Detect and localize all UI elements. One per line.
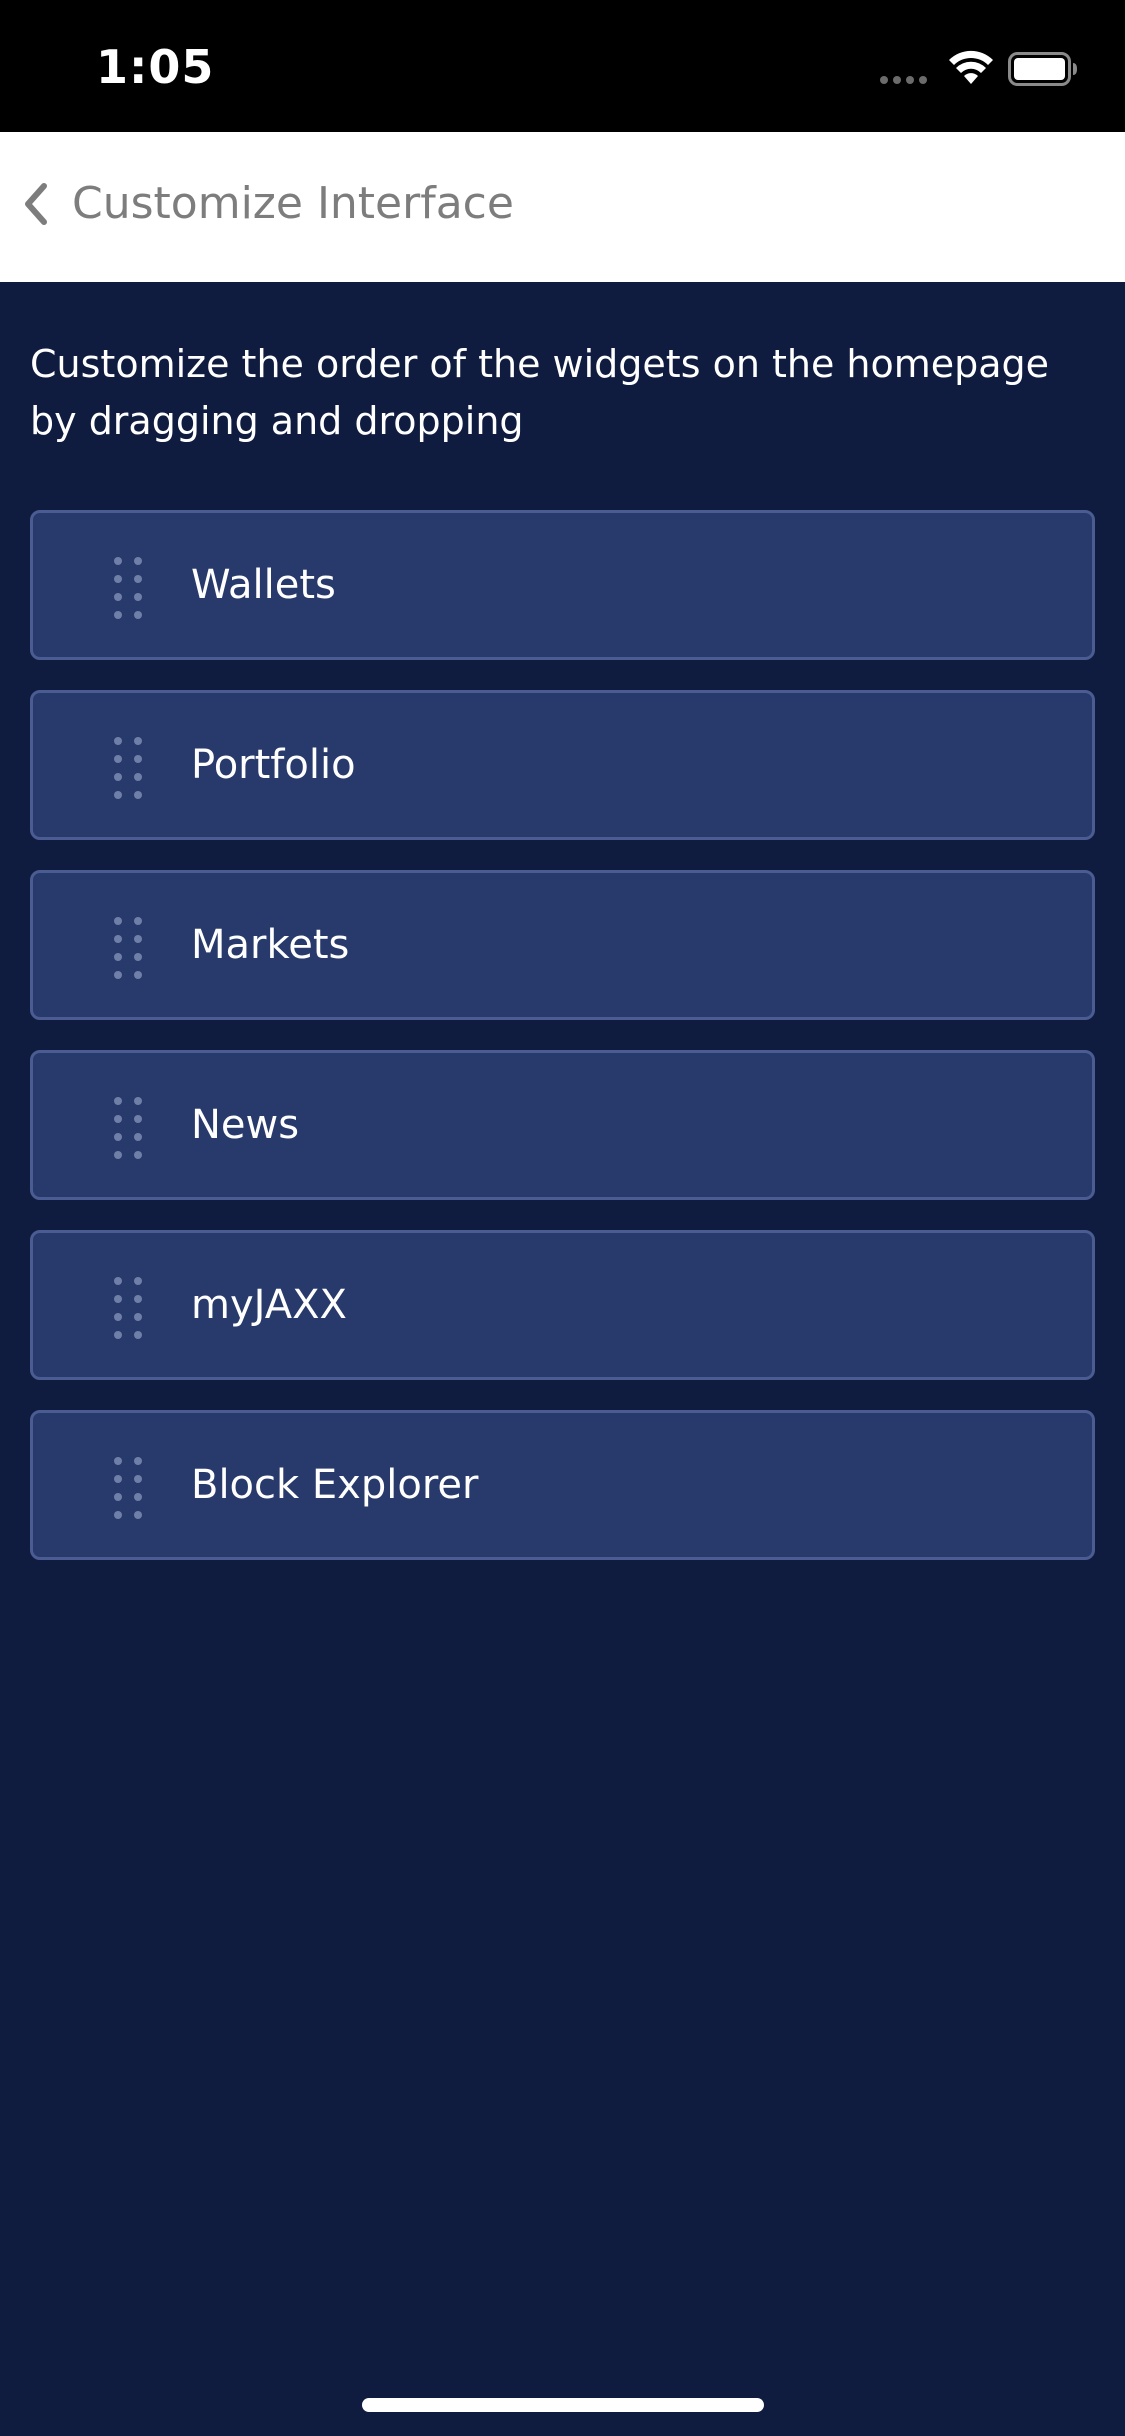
nav-header: Customize Interface — [0, 132, 1125, 282]
home-indicator[interactable] — [362, 2398, 764, 2412]
drag-handle-icon[interactable] — [113, 1095, 143, 1161]
status-bar: 1:05 — [0, 0, 1125, 132]
widget-item-portfolio[interactable]: Portfolio — [30, 690, 1095, 840]
widget-label: Block Explorer — [191, 1462, 479, 1508]
widget-item-block-explorer[interactable]: Block Explorer — [30, 1410, 1095, 1560]
cellular-signal-icon — [880, 76, 932, 86]
widget-order-list: Wallets Portfolio Markets News myJAXX Bl… — [30, 510, 1095, 1590]
instructions-text: Customize the order of the widgets on th… — [30, 342, 1050, 443]
widget-item-markets[interactable]: Markets — [30, 870, 1095, 1020]
drag-handle-icon[interactable] — [113, 735, 143, 801]
phone-screen: 1:05 Customize Interface Customize the o… — [0, 0, 1125, 2436]
widget-label: Markets — [191, 922, 350, 968]
drag-handle-icon[interactable] — [113, 1455, 143, 1521]
status-time: 1:05 — [96, 40, 215, 94]
widget-item-myjaxx[interactable]: myJAXX — [30, 1230, 1095, 1380]
drag-handle-icon[interactable] — [113, 1275, 143, 1341]
battery-icon — [1008, 52, 1077, 86]
chevron-left-icon[interactable] — [20, 182, 50, 226]
widget-item-wallets[interactable]: Wallets — [30, 510, 1095, 660]
widget-label: Wallets — [191, 562, 336, 608]
widget-item-news[interactable]: News — [30, 1050, 1095, 1200]
drag-handle-icon[interactable] — [113, 915, 143, 981]
page-title: Customize Interface — [72, 178, 514, 229]
widget-label: News — [191, 1102, 300, 1148]
drag-handle-icon[interactable] — [113, 555, 143, 621]
widget-label: Portfolio — [191, 742, 356, 788]
wifi-icon — [949, 50, 993, 84]
widget-label: myJAXX — [191, 1282, 347, 1328]
